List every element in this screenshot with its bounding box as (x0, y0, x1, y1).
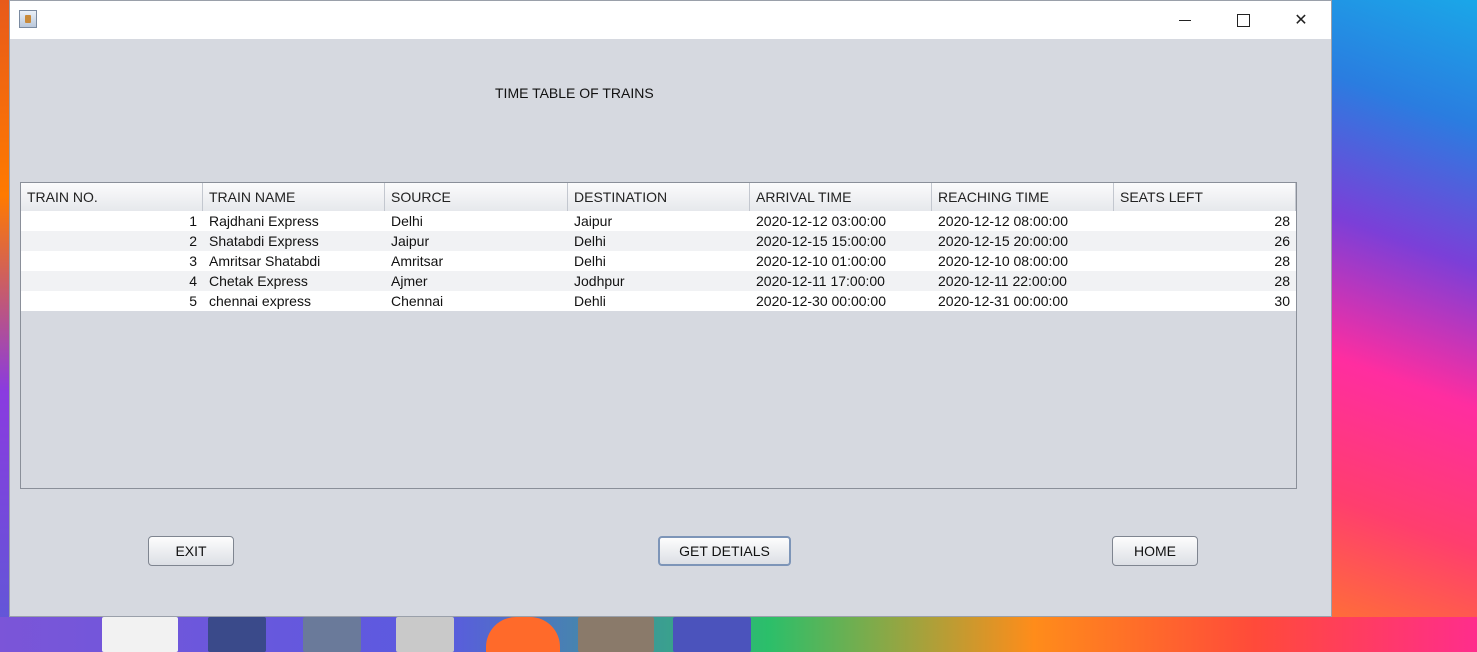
cell-destination: Jodhpur (574, 273, 625, 289)
close-icon: ✕ (1294, 12, 1308, 29)
cell-reaching-time: 2020-12-31 00:00:00 (938, 293, 1068, 309)
cell-train-no: 4 (189, 273, 197, 289)
cell-train-no: 5 (189, 293, 197, 309)
taskbar-app-icon[interactable] (303, 617, 361, 652)
column-header-destination[interactable]: DESTINATION (568, 183, 750, 211)
cell-reaching-time: 2020-12-11 22:00:00 (938, 273, 1067, 289)
cell-seats-left: 28 (1274, 253, 1290, 269)
cell-seats-left: 30 (1274, 293, 1290, 309)
cell-train-name: Chetak Express (209, 273, 308, 289)
cell-destination: Delhi (574, 253, 606, 269)
minimize-icon (1179, 19, 1191, 21)
get-details-button[interactable]: GET DETIALS (658, 536, 791, 566)
train-timetable[interactable]: TRAIN NO. TRAIN NAME SOURCE DESTINATION … (20, 182, 1297, 489)
maximize-button[interactable] (1214, 1, 1272, 39)
cell-train-no: 1 (189, 213, 197, 229)
cell-reaching-time: 2020-12-15 20:00:00 (938, 233, 1068, 249)
cell-train-no: 2 (189, 233, 197, 249)
close-button[interactable]: ✕ (1272, 1, 1330, 39)
column-header-arrival-time[interactable]: ARRIVAL TIME (750, 183, 932, 211)
column-header-seats-left[interactable]: SEATS LEFT (1114, 183, 1296, 211)
cell-source: Ajmer (391, 273, 428, 289)
cell-train-name: Amritsar Shatabdi (209, 253, 321, 269)
cell-source: Amritsar (391, 253, 444, 269)
taskbar-app-icon[interactable] (208, 617, 266, 652)
column-header-train-name[interactable]: TRAIN NAME (203, 183, 385, 211)
page-title: TIME TABLE OF TRAINS (495, 85, 654, 101)
minimize-button[interactable] (1156, 1, 1214, 39)
column-header-source[interactable]: SOURCE (385, 183, 568, 211)
cell-train-name: Rajdhani Express (209, 213, 319, 229)
table-row[interactable]: 4 Chetak Express Ajmer Jodhpur 2020-12-1… (21, 271, 1296, 291)
desktop-background-right (1332, 0, 1477, 652)
table-row[interactable]: 2 Shatabdi Express Jaipur Delhi 2020-12-… (21, 231, 1296, 251)
cell-arrival-time: 2020-12-10 01:00:00 (756, 253, 886, 269)
taskbar-app-icon[interactable] (578, 617, 654, 652)
cell-arrival-time: 2020-12-11 17:00:00 (756, 273, 885, 289)
table-row[interactable]: 1 Rajdhani Express Delhi Jaipur 2020-12-… (21, 211, 1296, 231)
table-row[interactable]: 3 Amritsar Shatabdi Amritsar Delhi 2020-… (21, 251, 1296, 271)
cell-source: Jaipur (391, 233, 430, 249)
cell-train-name: chennai express (209, 293, 311, 309)
cell-train-no: 3 (189, 253, 197, 269)
table-row[interactable]: 5 chennai express Chennai Dehli 2020-12-… (21, 291, 1296, 311)
cell-destination: Jaipur (574, 213, 613, 229)
cell-seats-left: 28 (1274, 213, 1290, 229)
home-button[interactable]: HOME (1112, 536, 1198, 566)
table-header: TRAIN NO. TRAIN NAME SOURCE DESTINATION … (21, 183, 1296, 212)
cell-arrival-time: 2020-12-30 00:00:00 (756, 293, 886, 309)
app-window: ✕ TIME TABLE OF TRAINS TRAIN NO. TRAIN N… (9, 0, 1332, 617)
cell-seats-left: 26 (1274, 233, 1290, 249)
cell-arrival-time: 2020-12-15 15:00:00 (756, 233, 886, 249)
table-body: 1 Rajdhani Express Delhi Jaipur 2020-12-… (21, 211, 1296, 311)
cell-reaching-time: 2020-12-12 08:00:00 (938, 213, 1068, 229)
cell-source: Chennai (391, 293, 444, 309)
cell-train-name: Shatabdi Express (209, 233, 319, 249)
maximize-icon (1236, 13, 1250, 27)
cell-reaching-time: 2020-12-10 08:00:00 (938, 253, 1068, 269)
cell-destination: Delhi (574, 233, 606, 249)
cell-seats-left: 28 (1274, 273, 1290, 289)
taskbar-app-icon[interactable] (673, 617, 751, 652)
cell-destination: Dehli (574, 293, 606, 309)
title-bar: ✕ (10, 1, 1331, 39)
column-header-train-no[interactable]: TRAIN NO. (21, 183, 203, 211)
taskbar-app-icon[interactable] (396, 617, 454, 652)
exit-button[interactable]: EXIT (148, 536, 234, 566)
column-header-reaching-time[interactable]: REACHING TIME (932, 183, 1114, 211)
taskbar-app-icon[interactable] (102, 617, 178, 652)
cell-arrival-time: 2020-12-12 03:00:00 (756, 213, 886, 229)
java-app-icon (19, 10, 37, 28)
cell-source: Delhi (391, 213, 423, 229)
